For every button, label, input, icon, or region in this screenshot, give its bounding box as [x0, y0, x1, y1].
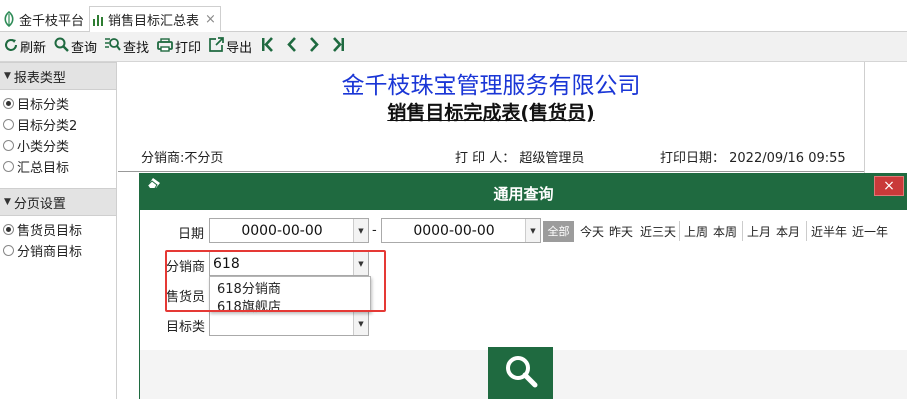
quick-this-week[interactable]: 本周: [713, 223, 737, 240]
leaf-icon: [2, 11, 16, 27]
next-page-button[interactable]: [304, 34, 327, 60]
last-page-button[interactable]: [327, 34, 352, 60]
dialog-close-button[interactable]: ×: [874, 176, 904, 196]
query-label: 查询: [71, 41, 98, 56]
option-label: 分销商目标: [17, 245, 83, 260]
collapse-triangle-icon: ▼: [4, 197, 11, 207]
all-dates-button[interactable]: 全部: [543, 221, 574, 242]
quick-yesterday[interactable]: 昨天: [609, 223, 633, 240]
quick-last-month[interactable]: 上月: [747, 223, 771, 240]
refresh-icon: [4, 38, 20, 56]
option-label: 小类分类: [17, 140, 70, 155]
pagination-options: 售货员目标 分销商目标: [0, 216, 116, 261]
option-label: 目标分类: [17, 98, 70, 113]
radio-unchecked-icon: [3, 119, 14, 130]
next-page-icon: [309, 37, 322, 56]
prev-page-icon: [286, 37, 299, 56]
tab-home[interactable]: 金千枝平台: [2, 6, 84, 32]
chevron-down-icon[interactable]: ▼: [525, 219, 540, 242]
option-label: 汇总目标: [17, 161, 70, 176]
radio-salesperson-target[interactable]: 售货员目标: [0, 219, 116, 240]
radio-unchecked-icon: [3, 140, 14, 151]
quick-today[interactable]: 今天: [580, 223, 604, 240]
date-label: 日期: [178, 227, 205, 242]
section-report-type[interactable]: ▼ 报表类型: [0, 62, 116, 90]
find-icon: [105, 37, 123, 56]
dialog-title: 通用查询: [493, 185, 554, 203]
search-submit-button[interactable]: [488, 347, 553, 399]
first-page-icon: [261, 37, 276, 56]
quick-half-year[interactable]: 近半年: [811, 223, 847, 240]
print-button[interactable]: 打印: [153, 34, 205, 60]
quick-separator: [742, 221, 743, 241]
refresh-label: 刷新: [20, 41, 47, 56]
report-title: 销售目标完成表(售货员): [387, 102, 595, 124]
prev-page-button[interactable]: [281, 34, 304, 60]
find-button[interactable]: 查找: [101, 34, 153, 60]
tab-close-icon[interactable]: ×: [205, 12, 216, 27]
date-range-dash: -: [372, 223, 377, 238]
collapse-triangle-icon: ▼: [4, 71, 11, 81]
quick-one-year[interactable]: 近一年: [852, 223, 888, 240]
dialog-header: 通用查询 ×: [140, 174, 907, 210]
tab-home-label: 金千枝平台: [19, 13, 85, 29]
option-label: 售货员目标: [17, 224, 83, 239]
section-pagination[interactable]: ▼ 分页设置: [0, 188, 116, 216]
export-label: 导出: [226, 41, 253, 56]
quick-separator: [806, 221, 807, 241]
quick-last-3-days[interactable]: 近三天: [640, 223, 676, 240]
date-to-value: 0000-00-00: [413, 223, 495, 239]
date-from-value: 0000-00-00: [241, 223, 323, 239]
highlight-annotation: [165, 250, 386, 312]
radio-target-category-2[interactable]: 目标分类2: [0, 114, 116, 135]
left-panel: ▼ 报表类型 目标分类 目标分类2 小类分类 汇总目标 ▼ 分页设置 售货员目标…: [0, 62, 117, 399]
tab-sales-target-label: 销售目标汇总表: [108, 14, 200, 29]
quick-last-week[interactable]: 上周: [684, 223, 708, 240]
quick-separator: [679, 221, 680, 241]
toolbar: 刷新 查询 查找 打印 导出: [0, 32, 907, 62]
radio-checked-icon: [3, 224, 14, 235]
tab-strip: 金千枝平台 销售目标汇总表 ×: [0, 0, 907, 33]
print-icon: [157, 37, 175, 56]
radio-unchecked-icon: [3, 161, 14, 172]
radio-distributor-target[interactable]: 分销商目标: [0, 240, 116, 261]
chevron-down-icon[interactable]: ▼: [353, 312, 368, 335]
printed-by: 打 印 人： 超级管理员: [455, 151, 585, 166]
date-to-field[interactable]: 0000-00-00 ▼: [381, 218, 541, 243]
query-button[interactable]: 查询: [50, 34, 101, 60]
report-right-border: [864, 62, 865, 173]
export-button[interactable]: 导出: [205, 34, 256, 60]
radio-subcategory[interactable]: 小类分类: [0, 135, 116, 156]
radio-target-category[interactable]: 目标分类: [0, 93, 116, 114]
radio-summary-target[interactable]: 汇总目标: [0, 156, 116, 177]
section-report-type-label: 报表类型: [13, 70, 66, 86]
first-page-button[interactable]: [256, 34, 281, 60]
export-icon: [209, 37, 226, 56]
section-pagination-label: 分页设置: [13, 196, 66, 212]
radio-unchecked-icon: [3, 245, 14, 256]
quick-this-month[interactable]: 本月: [776, 223, 800, 240]
find-label: 查找: [123, 41, 150, 56]
chart-icon: [93, 13, 105, 26]
report-type-options: 目标分类 目标分类2 小类分类 汇总目标: [0, 90, 116, 177]
company-name: 金千枝珠宝管理服务有限公司: [341, 73, 641, 99]
print-label: 打印: [175, 41, 202, 56]
search-icon: [54, 37, 71, 56]
refresh-button[interactable]: 刷新: [0, 34, 50, 60]
radio-checked-icon: [3, 98, 14, 109]
option-label: 目标分类2: [17, 119, 78, 134]
last-page-icon: [332, 37, 347, 56]
search-icon: [503, 353, 539, 393]
target-category-label: 目标类: [166, 320, 206, 335]
distributor-paging: 分销商:不分页: [141, 151, 224, 166]
date-from-field[interactable]: 0000-00-00 ▼: [209, 218, 369, 243]
app-root: 金千枝平台 销售目标汇总表 × 刷新 查询 查找 打印 导出 ▼ 报表类型 目标…: [0, 0, 907, 399]
report-header-line: [118, 171, 864, 172]
chevron-down-icon[interactable]: ▼: [353, 219, 368, 242]
print-date: 打印日期： 2022/09/16 09:55: [660, 151, 846, 166]
tab-sales-target[interactable]: 销售目标汇总表 ×: [89, 6, 221, 33]
